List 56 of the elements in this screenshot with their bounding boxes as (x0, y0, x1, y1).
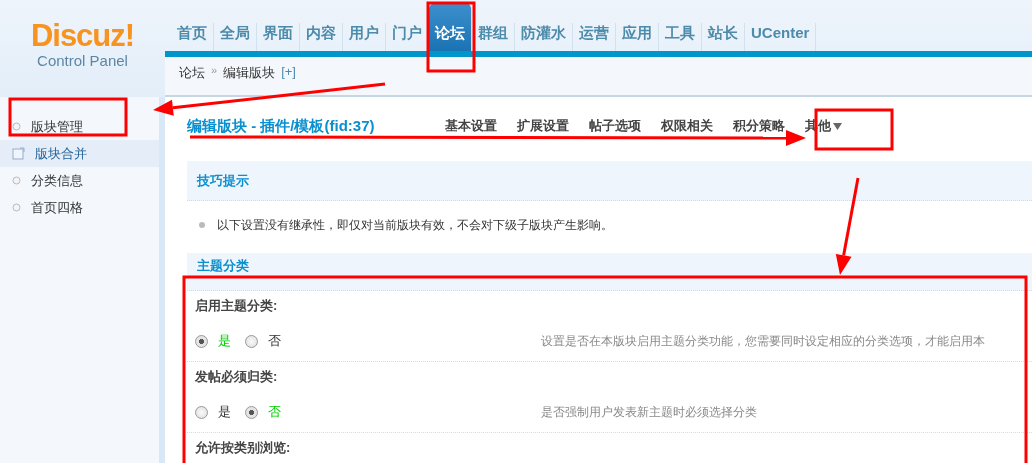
nav-tab[interactable]: 工具 (659, 23, 702, 51)
nav-tab[interactable]: 首页 (171, 23, 214, 51)
annotation-box (426, 1, 476, 73)
setting-label: 发帖必须归类: (195, 368, 279, 386)
tab[interactable]: 扩展设置 (516, 117, 569, 135)
breadcrumb-link[interactable]: 论坛 (179, 64, 205, 82)
sidebar-label: 版块管理 (31, 117, 83, 136)
setting-hint: 是否强制用户发表新主题时必须选择分类 (541, 403, 757, 421)
radio-button[interactable] (245, 405, 258, 419)
breadcrumb-separator: » (211, 64, 218, 76)
sidebar-item[interactable]: 版块管理 (0, 113, 159, 140)
tab[interactable]: 帖子选项 (588, 117, 641, 135)
nav-tab[interactable]: 站长 (702, 23, 745, 51)
setting-hint: 设置是否在本版块启用主题分类功能，您需要同时设定相应的分类选项，才能启用本 (541, 332, 985, 350)
circle-icon (12, 176, 21, 185)
tips-header: 技巧提示 (187, 161, 1032, 201)
section-header: 主题分类 (187, 253, 1032, 291)
nav-tab[interactable]: 应用 (616, 23, 659, 51)
nav-tab[interactable]: 运营 (573, 23, 616, 51)
page-title: 编辑版块 - 插件/模板(fid:37) (187, 116, 375, 136)
nav-tab[interactable]: 防灌水 (515, 23, 573, 51)
circle-icon (12, 122, 21, 131)
sidebar-item[interactable]: 分类信息 (0, 167, 159, 194)
nav-tab[interactable]: 内容 (300, 23, 343, 51)
nav-tab[interactable]: 用户 (343, 23, 386, 51)
radio-button[interactable] (195, 334, 208, 348)
tip-text: 以下设置没有继承性，即仅对当前版块有效，不会对下级子版块产生影响。 (217, 216, 613, 234)
tab[interactable]: 基本设置 (444, 117, 497, 135)
sidebar-label: 分类信息 (31, 171, 83, 190)
sidebar-item[interactable]: 版块合并 (0, 140, 159, 167)
nav-tab[interactable]: 群组 (472, 23, 515, 51)
circle-icon (12, 203, 21, 212)
breadcrumb-current: 编辑版块 (223, 64, 276, 82)
logo-subtitle: Control Panel (37, 52, 128, 69)
radio-button[interactable] (245, 334, 258, 348)
tab[interactable]: 积分策略 (732, 117, 785, 135)
sidebar-label: 版块合并 (35, 144, 87, 163)
radio-button[interactable] (195, 405, 208, 419)
nav-tab[interactable]: 门户 (386, 23, 429, 51)
radio-option[interactable]: 是 (195, 403, 231, 421)
logo: Discuz! (30, 20, 135, 52)
tab[interactable]: 权限相关 (660, 117, 713, 135)
radio-option[interactable]: 是 (195, 332, 231, 350)
sidebar-item[interactable]: 首页四格 (0, 194, 159, 221)
nav-tab[interactable]: UCenter (745, 23, 817, 51)
nav-tab[interactable]: 界面 (257, 23, 300, 51)
bullet-icon (199, 222, 205, 228)
expand-toggle[interactable]: [+] (281, 64, 296, 79)
window-icon (12, 147, 25, 160)
nav-tab[interactable]: 论坛 (429, 3, 472, 51)
sidebar-label: 首页四格 (31, 198, 83, 217)
nav-tab[interactable]: 全局 (214, 23, 257, 51)
radio-option[interactable]: 否 (245, 403, 281, 421)
radio-option[interactable]: 否 (245, 332, 281, 350)
setting-label: 允许按类别浏览: (195, 439, 292, 457)
setting-label: 启用主题分类: (195, 297, 279, 315)
